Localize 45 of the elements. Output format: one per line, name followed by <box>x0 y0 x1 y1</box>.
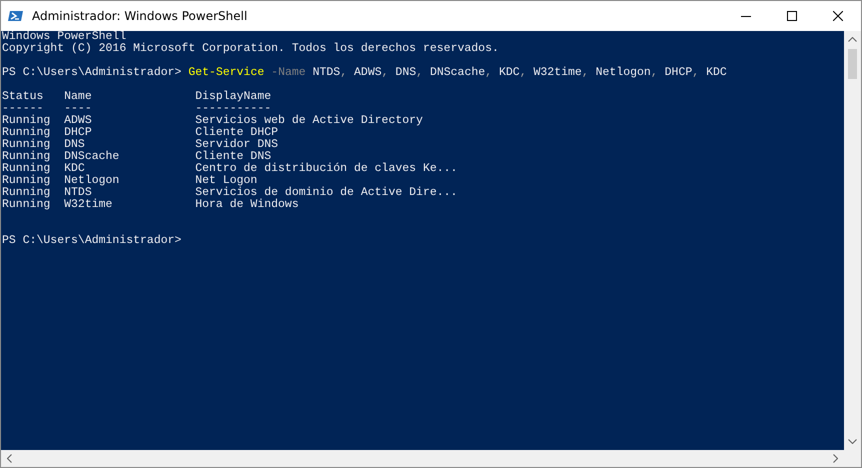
table-cell: Running <box>2 187 50 199</box>
vertical-scrollbar[interactable] <box>844 31 861 450</box>
scroll-up-icon[interactable] <box>848 37 857 42</box>
table-cell: Servicios de dominio de Active Dire... <box>195 187 458 199</box>
scroll-down-icon[interactable] <box>848 439 857 444</box>
scroll-right-icon[interactable] <box>833 454 838 463</box>
close-icon <box>833 11 843 21</box>
table-cell: DNS <box>64 139 85 151</box>
column-header: Status <box>2 91 44 103</box>
command-line: PS C:\Users\Administrador> Get-Service -Name NTDS, ADWS, DNS, DNScache, KDC, W32time, Netlogon, DHCP, KDC <box>2 67 727 79</box>
horizontal-scrollbar[interactable] <box>1 450 861 467</box>
table-cell: Cliente DHCP <box>195 127 278 139</box>
table-cell: W32time <box>64 199 112 211</box>
table-cell: ADWS <box>64 115 92 127</box>
header-underline: ------ <box>2 103 44 115</box>
table-cell: KDC <box>64 163 85 175</box>
console-line: Copyright (C) 2016 Microsoft Corporation. Todos los derechos reservados. <box>2 43 499 55</box>
table-cell: Running <box>2 151 50 163</box>
table-cell: Net Logon <box>195 175 258 187</box>
table-cell: DHCP <box>64 127 92 139</box>
table-cell: Running <box>2 175 50 187</box>
window-title: Administrador: Windows PowerShell <box>32 9 248 23</box>
powershell-icon <box>8 8 24 24</box>
scrollbar-thumb[interactable] <box>848 49 857 79</box>
header-underline: ---- <box>64 103 92 115</box>
column-header: DisplayName <box>195 91 272 103</box>
table-cell: Running <box>2 199 50 211</box>
table-cell: NTDS <box>64 187 92 199</box>
prompt-line: PS C:\Users\Administrador> <box>2 235 182 247</box>
console-line: Windows PowerShell <box>2 31 126 43</box>
table-cell: Cliente DNS <box>195 151 272 163</box>
table-cell: Hora de Windows <box>195 199 299 211</box>
scroll-left-icon[interactable] <box>7 454 12 463</box>
table-cell: DNScache <box>64 151 120 163</box>
header-underline: ----------- <box>195 103 272 115</box>
table-cell: Running <box>2 163 50 175</box>
table-cell: Centro de distribución de claves Ke... <box>195 163 458 175</box>
table-cell: Servicios web de Active Directory <box>195 115 423 127</box>
table-cell: Running <box>2 115 50 127</box>
table-cell: Servidor DNS <box>195 139 278 151</box>
table-cell: Netlogon <box>64 175 120 187</box>
column-header: Name <box>64 91 92 103</box>
table-cell: Running <box>2 127 50 139</box>
table-cell: Running <box>2 139 50 151</box>
maximize-icon <box>787 11 797 21</box>
